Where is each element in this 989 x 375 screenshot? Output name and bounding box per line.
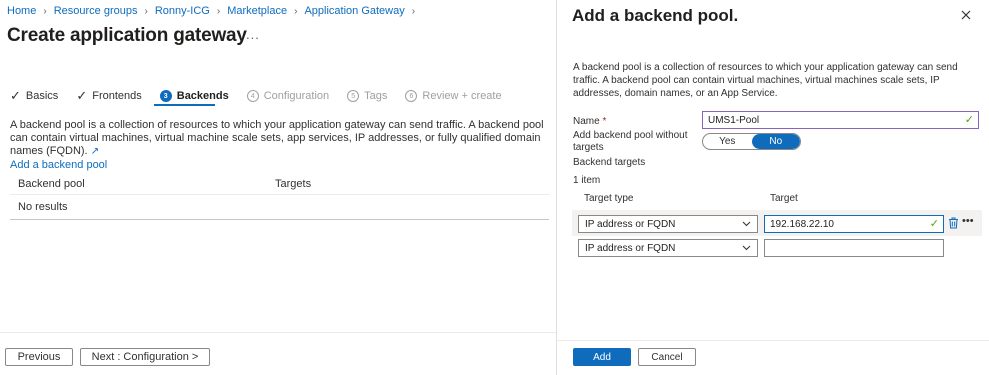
backend-targets-label: Backend targets (573, 157, 646, 168)
cancel-button[interactable]: Cancel (638, 348, 696, 366)
column-header-backend-pool[interactable]: Backend pool (10, 178, 275, 190)
tab-backends[interactable]: 3 Backends (159, 90, 229, 102)
more-actions-icon[interactable]: ••• (962, 215, 974, 227)
toggle-yes[interactable]: Yes (703, 134, 752, 149)
target-input-2[interactable] (764, 239, 944, 257)
add-backend-pool-blade: Add a backend pool. A backend pool is a … (557, 0, 989, 375)
empty-results-text: No results (18, 201, 68, 213)
tab-basics[interactable]: ✓ Basics (10, 88, 58, 104)
breadcrumb-marketplace[interactable]: Marketplace (227, 5, 287, 17)
without-targets-label-line1: Add backend pool without (573, 130, 688, 141)
backends-description: A backend pool is a collection of resour… (10, 119, 550, 158)
chevron-right-icon: › (144, 5, 148, 17)
without-targets-label-line2: targets (573, 142, 604, 153)
target-type-header: Target type (584, 193, 634, 204)
breadcrumb-ronny-icg[interactable]: Ronny-ICG (155, 5, 210, 17)
table-row: No results (10, 195, 549, 220)
required-asterisk: * (602, 116, 607, 127)
chevron-down-icon (742, 245, 751, 251)
create-gateway-page: Home › Resource groups › Ronny-ICG › Market… (0, 0, 556, 375)
name-label-text: Name (573, 116, 600, 127)
tab-label: Tags (364, 90, 388, 102)
blade-footer-divider (557, 340, 989, 341)
without-targets-label: Add backend pool without targets (573, 130, 688, 154)
page-title: Create application gateway (7, 25, 247, 46)
target-type-select-1[interactable]: IP address or FQDN (578, 215, 758, 233)
delete-icon[interactable] (948, 217, 959, 229)
name-label: Name * (573, 116, 606, 127)
chevron-down-icon (742, 221, 751, 227)
external-link-icon[interactable]: ↗ (91, 146, 99, 157)
active-tab-indicator (154, 104, 215, 106)
step-number-badge: 5 (347, 90, 360, 102)
step-number-badge: 4 (246, 90, 259, 102)
target-type-value: IP address or FQDN (585, 242, 676, 254)
target-input-value: 192.168.22.10 (770, 218, 834, 230)
checkmark-icon: ✓ (76, 88, 88, 103)
more-options-icon[interactable]: ... (246, 27, 260, 42)
tab-label: Configuration (263, 90, 330, 102)
target-header: Target (770, 193, 798, 204)
tab-frontends[interactable]: ✓ Frontends (76, 88, 141, 104)
previous-button[interactable]: Previous (5, 348, 73, 366)
without-targets-toggle[interactable]: Yes No (702, 133, 801, 150)
breadcrumb-home[interactable]: Home (7, 5, 36, 17)
tab-label: Backends (176, 90, 229, 102)
target-type-select-2[interactable]: IP address or FQDN (578, 239, 758, 257)
grid-header: Backend pool Targets (10, 174, 549, 195)
blade-title: Add a backend pool. (572, 6, 739, 25)
chevron-right-icon: › (216, 5, 221, 17)
tab-review-create[interactable]: 6 Review + create (405, 90, 502, 102)
step-number-badge: 3 (159, 90, 172, 102)
blade-description: A backend pool is a collection of resour… (573, 62, 958, 99)
tab-label: Frontends (92, 90, 142, 102)
add-backend-pool-link[interactable]: Add a backend pool (10, 159, 107, 171)
checkmark-icon: ✓ (10, 88, 21, 103)
tab-label: Basics (25, 90, 59, 102)
chevron-right-icon: › (294, 5, 298, 17)
toggle-no[interactable]: No (751, 134, 800, 149)
step-number-badge: 6 (405, 90, 418, 102)
breadcrumb-application-gateway[interactable]: Application Gateway (304, 5, 404, 17)
breadcrumb: Home › Resource groups › Ronny-ICG › Market… (7, 5, 418, 17)
target-input-1[interactable]: 192.168.22.10 ✓ (764, 215, 944, 233)
name-input-value: UMS1-Pool (708, 114, 760, 126)
wizard-tabs: ✓ Basics ✓ Frontends 3 Backends 4 Config… (10, 88, 520, 104)
chevron-right-icon: › (411, 5, 416, 17)
tab-configuration[interactable]: 4 Configuration (246, 90, 330, 102)
breadcrumb-resource-groups[interactable]: Resource groups (54, 5, 138, 17)
valid-check-icon: ✓ (929, 218, 939, 230)
tab-tags[interactable]: 5 Tags (347, 90, 387, 102)
add-button[interactable]: Add (573, 348, 631, 366)
chevron-right-icon: › (43, 5, 47, 17)
next-configuration-button[interactable]: Next : Configuration > (80, 348, 210, 366)
item-count: 1 item (573, 175, 601, 186)
name-input[interactable]: UMS1-Pool ✓ (702, 111, 979, 129)
backend-pool-grid: Backend pool Targets No results (10, 174, 549, 220)
column-header-targets[interactable]: Targets (275, 178, 311, 190)
close-icon[interactable] (959, 8, 973, 22)
tab-label: Review + create (422, 90, 502, 102)
valid-check-icon: ✓ (964, 114, 974, 126)
target-type-value: IP address or FQDN (585, 218, 676, 230)
footer-divider (0, 332, 556, 333)
